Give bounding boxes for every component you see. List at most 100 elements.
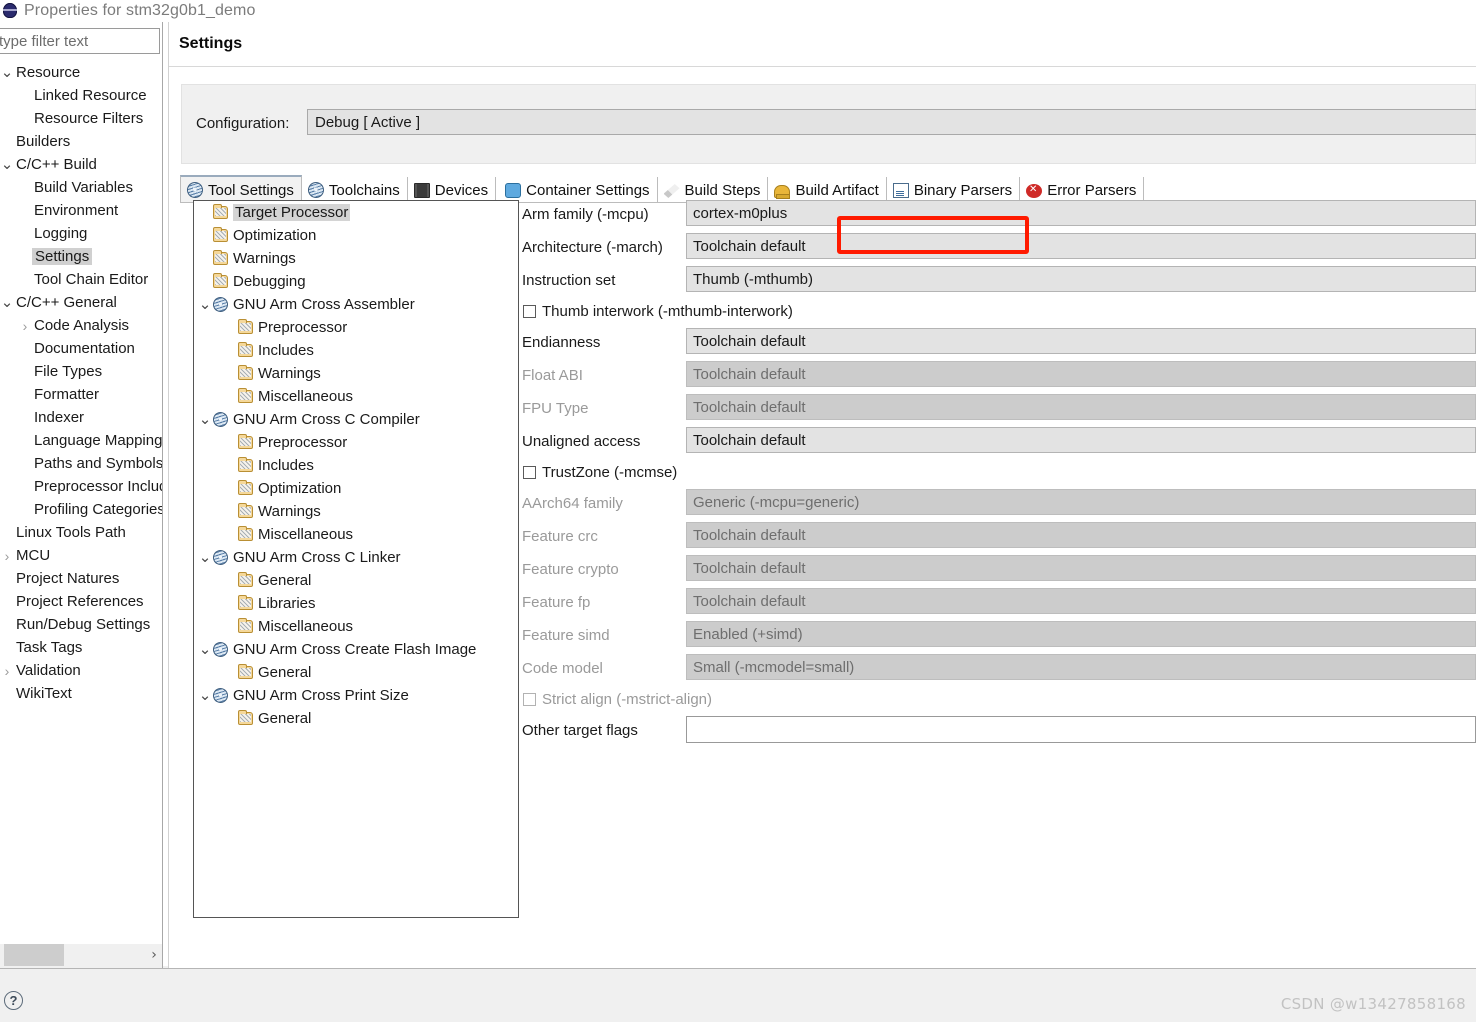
tool-tree-item-warnings[interactable]: Warnings [194, 500, 518, 523]
checkbox-trustzone-mcmse[interactable]: TrustZone (-mcmse) [523, 464, 677, 481]
sidebar-item-label: Tool Chain Editor [34, 271, 149, 288]
chevron-down-icon[interactable]: ⌄ [197, 412, 213, 427]
chevron-down-icon[interactable]: ⌄ [0, 295, 14, 310]
sidebar-item-tool-chain-editor[interactable]: Tool Chain Editor [0, 268, 162, 291]
sidebar-item-project-natures[interactable]: Project Natures [0, 567, 162, 590]
combo-arm-family-mcpu[interactable]: cortex-m0plus [686, 200, 1476, 226]
sidebar-item-c-c-build[interactable]: ⌄ C/C++ Build [0, 153, 162, 176]
sidebar-item-environment[interactable]: Environment [0, 199, 162, 222]
sidebar-item-project-references[interactable]: Project References [0, 590, 162, 613]
sidebar-item-linked-resource[interactable]: Linked Resource [0, 84, 162, 107]
window-title: Properties for stm32g0b1_demo [24, 2, 256, 19]
tool-tree-item-label: Debugging [233, 273, 306, 290]
tool-tree-item-debugging[interactable]: Debugging [194, 270, 518, 293]
chevron-right-icon[interactable]: › [0, 549, 14, 563]
combo-unaligned-access[interactable]: Toolchain default [686, 427, 1476, 453]
combo-instruction-set[interactable]: Thumb (-mthumb) [686, 266, 1476, 292]
chevron-down-icon[interactable]: ⌄ [197, 550, 213, 565]
sidebar-item-language-mappings[interactable]: Language Mappings [0, 429, 162, 452]
tool-tree-item-includes[interactable]: Includes [194, 454, 518, 477]
tab-tool-settings[interactable]: Tool Settings [180, 175, 302, 203]
sidebar-item-logging[interactable]: Logging [0, 222, 162, 245]
tool-tree-item-gnu-arm-cross-print-size[interactable]: ⌄ GNU Arm Cross Print Size [194, 684, 518, 707]
combo-float-abi: Toolchain default [686, 361, 1476, 387]
tool-tree-item-optimization[interactable]: Optimization [194, 477, 518, 500]
form-row-trustzone-mcmse: TrustZone (-mcmse) [521, 460, 1476, 489]
sidebar-item-build-variables[interactable]: Build Variables [0, 176, 162, 199]
combo-architecture-march[interactable]: Toolchain default [686, 233, 1476, 259]
sidebar-item-preprocessor-include[interactable]: Preprocessor Include [0, 475, 162, 498]
chevron-down-icon[interactable]: ⌄ [197, 688, 213, 703]
tool-tree-item-gnu-arm-cross-c-compiler[interactable]: ⌄ GNU Arm Cross C Compiler [194, 408, 518, 431]
tool-tree-item-general[interactable]: General [194, 707, 518, 730]
tool-tree-item-target-processor[interactable]: Target Processor [194, 201, 518, 224]
checkbox-icon[interactable] [523, 305, 536, 318]
field-label-endianness: Endianness [522, 334, 601, 351]
combo-endianness[interactable]: Toolchain default [686, 328, 1476, 354]
watermark-text: CSDN @w13427858168 [1280, 995, 1466, 1013]
tool-globe-icon [211, 548, 230, 567]
filter-input[interactable]: type filter text [0, 28, 160, 54]
chevron-down-icon[interactable]: ⌄ [0, 157, 14, 172]
tool-tree-item-miscellaneous[interactable]: Miscellaneous [194, 523, 518, 546]
sidebar-item-settings[interactable]: Settings [0, 245, 162, 268]
tool-tree-item-warnings[interactable]: Warnings [194, 362, 518, 385]
tool-tree-item-warnings[interactable]: Warnings [194, 247, 518, 270]
sidebar-item-documentation[interactable]: Documentation [0, 337, 162, 360]
tool-tree-item-general[interactable]: General [194, 661, 518, 684]
tool-tree-item-includes[interactable]: Includes [194, 339, 518, 362]
text-input-other-target-flags[interactable] [686, 716, 1476, 743]
tool-tree-item-preprocessor[interactable]: Preprocessor [194, 316, 518, 339]
pane-divider[interactable] [162, 22, 163, 968]
sidebar-item-resource-filters[interactable]: Resource Filters [0, 107, 162, 130]
sidebar-item-resource[interactable]: ⌄ Resource [0, 61, 162, 84]
scrollbar-track[interactable] [64, 944, 146, 966]
tool-tree-item-gnu-arm-cross-create-flash-image[interactable]: ⌄ GNU Arm Cross Create Flash Image [194, 638, 518, 661]
sidebar-horizontal-scrollbar[interactable]: ‹ › [0, 944, 162, 966]
field-label-feature-crc: Feature crc [522, 528, 598, 545]
chevron-down-icon[interactable]: ⌄ [197, 642, 213, 657]
sidebar-item-paths-and-symbols[interactable]: Paths and Symbols [0, 452, 162, 475]
sidebar-item-run-debug-settings[interactable]: Run/Debug Settings [0, 613, 162, 636]
sidebar-item-task-tags[interactable]: Task Tags [0, 636, 162, 659]
tool-tree-item-miscellaneous[interactable]: Miscellaneous [194, 615, 518, 638]
settings-tabstrip[interactable]: Tool Settings Toolchains Devices Container … [180, 175, 1476, 203]
chevron-right-icon[interactable]: › [0, 664, 14, 678]
sidebar-item-mcu[interactable]: › MCU [0, 544, 162, 567]
sidebar-item-indexer[interactable]: Indexer [0, 406, 162, 429]
checkbox-icon[interactable] [523, 466, 536, 479]
tool-tree-item-libraries[interactable]: Libraries [194, 592, 518, 615]
checkbox-thumb-interwork-mthumb-interwork[interactable]: Thumb interwork (-mthumb-interwork) [523, 303, 793, 320]
sidebar-item-validation[interactable]: › Validation [0, 659, 162, 682]
tool-tree-item-miscellaneous[interactable]: Miscellaneous [194, 385, 518, 408]
sidebar-item-profiling-categories[interactable]: Profiling Categories [0, 498, 162, 521]
sidebar-item-file-types[interactable]: File Types [0, 360, 162, 383]
chevron-down-icon[interactable]: ⌄ [0, 65, 14, 80]
tool-tree-item-general[interactable]: General [194, 569, 518, 592]
tool-tree-item-optimization[interactable]: Optimization [194, 224, 518, 247]
sidebar-item-wikitext[interactable]: WikiText [0, 682, 162, 705]
tool-tree-item-preprocessor[interactable]: Preprocessor [194, 431, 518, 454]
tool-tree-item-gnu-arm-cross-c-linker[interactable]: ⌄ GNU Arm Cross C Linker [194, 546, 518, 569]
help-icon[interactable]: ? [4, 991, 23, 1010]
sidebar-item-code-analysis[interactable]: › Code Analysis [0, 314, 162, 337]
sidebar-item-linux-tools-path[interactable]: Linux Tools Path [0, 521, 162, 544]
sidebar-item-builders[interactable]: Builders [0, 130, 162, 153]
chevron-down-icon[interactable]: ⌄ [197, 297, 213, 312]
scrollbar-thumb[interactable] [4, 944, 64, 966]
sidebar-item-formatter[interactable]: Formatter [0, 383, 162, 406]
chevron-right-icon[interactable]: › [18, 319, 32, 333]
tool-options-tree[interactable]: Target Processor Optimization Warnings D… [193, 200, 519, 918]
configuration-combo[interactable]: Debug [ Active ] [307, 109, 1476, 135]
tool-tree-item-gnu-arm-cross-assembler[interactable]: ⌄ GNU Arm Cross Assembler [194, 293, 518, 316]
sidebar-item-c-c-general[interactable]: ⌄ C/C++ General [0, 291, 162, 314]
scroll-right-icon[interactable]: › [146, 947, 162, 963]
preferences-tree[interactable]: ⌄ Resource Linked Resource Resource Filte… [0, 61, 162, 933]
sidebar-item-label: C/C++ Build [16, 156, 97, 173]
tab-label: Tool Settings [208, 181, 294, 199]
